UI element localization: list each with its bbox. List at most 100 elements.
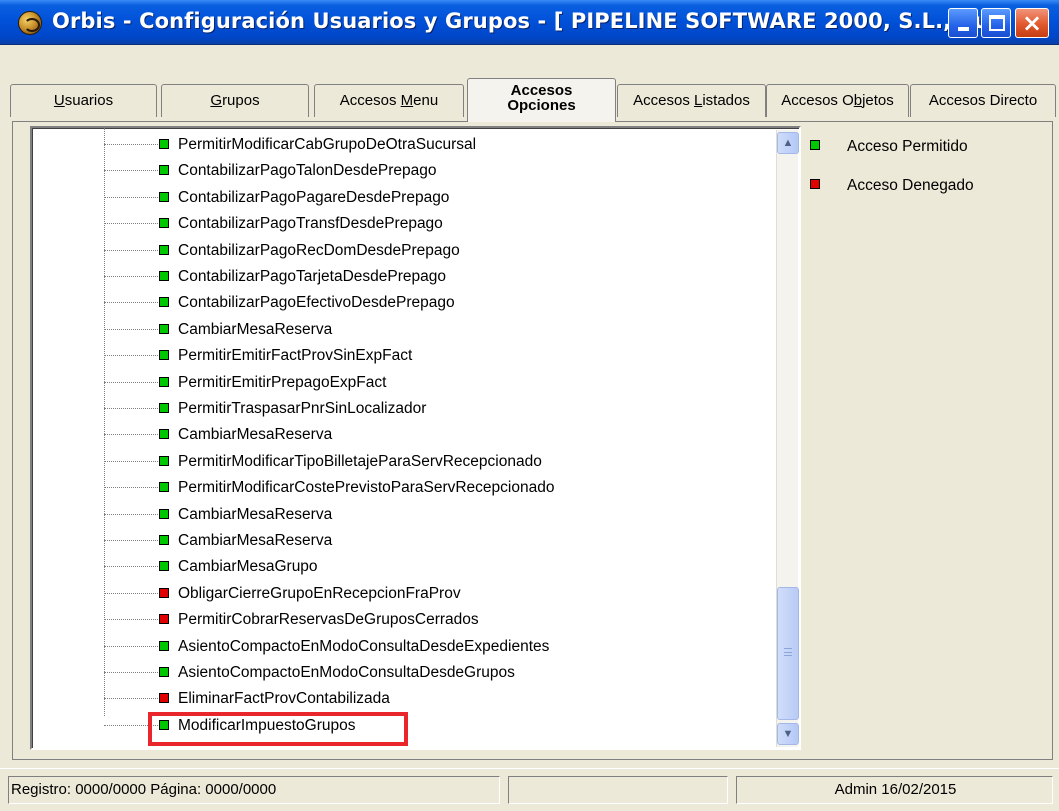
tree-connector-line	[104, 592, 158, 594]
green-square-icon	[159, 561, 169, 572]
status-user-date: Admin 16/02/2015	[736, 776, 1053, 804]
tree-item-label: CambiarMesaReserva	[178, 532, 333, 549]
tree-item[interactable]: ContabilizarPagoPagareDesdePrepago	[32, 185, 772, 211]
tab-accesos-menu[interactable]: Accesos Menu	[314, 84, 464, 117]
green-square-icon	[159, 244, 169, 255]
tree-vertical-scrollbar[interactable]: ▲ ▼	[776, 130, 799, 747]
tree-item-label: ContabilizarPagoTarjetaDesdePrepago	[178, 268, 446, 285]
tree-item[interactable]: ContabilizarPagoTarjetaDesdePrepago	[32, 264, 772, 290]
red-square-icon	[159, 614, 169, 625]
tree-connector-line	[104, 144, 158, 145]
tree-item[interactable]: PermitirModificarTipoBilletajeParaServRe…	[32, 449, 772, 475]
tree-connector-line	[104, 566, 158, 568]
green-square-icon	[159, 271, 169, 281]
red-square-icon	[159, 693, 169, 704]
tree-connector-line	[104, 487, 158, 489]
tree-connector-line	[104, 328, 158, 330]
tree-connector-line	[104, 645, 158, 647]
green-square-icon	[159, 139, 169, 149]
minimize-icon	[958, 27, 969, 31]
title-bar: Orbis - Configuración Usuarios y Grupos …	[0, 0, 1059, 45]
tree-item-label: CambiarMesaReserva	[178, 320, 333, 338]
tree-item-label: EliminarFactProvContabilizada	[178, 690, 390, 708]
tree-connector-line	[104, 460, 158, 462]
tree-item[interactable]: PermitirEmitirPrepagoExpFact	[32, 370, 772, 396]
tab-accesos-opciones[interactable]: Accesos Opciones	[467, 78, 616, 122]
tree-item[interactable]: AsientoCompactoEnModoConsultaDesdeExpedi…	[32, 634, 772, 660]
green-square-icon	[159, 455, 169, 466]
tree-item-label: CambiarMesaReserva	[178, 505, 333, 523]
green-square-icon	[159, 535, 169, 545]
legend-permitido-label: Acceso Permitido	[847, 138, 968, 155]
tree-item-label: PermitirEmitirPrepagoExpFact	[178, 373, 387, 391]
tree-item[interactable]: ObligarCierreGrupoEnRecepcionFraProv	[32, 581, 772, 607]
tab-accesos-directo[interactable]: Accesos Directo	[910, 84, 1056, 117]
tree-connector-line	[104, 672, 158, 673]
tab-usuarios[interactable]: Usuarios	[10, 84, 157, 117]
tab-accesos-listados[interactable]: Accesos Listados	[617, 84, 766, 117]
tree-item[interactable]: EliminarFactProvContabilizada	[32, 686, 772, 712]
green-square-icon	[159, 218, 169, 229]
tree-connector-line	[104, 302, 158, 304]
tab-grupos[interactable]: Grupos	[161, 84, 309, 117]
grip-icon	[784, 648, 792, 656]
tree-item[interactable]: PermitirTraspasarPnrSinLocalizador	[32, 396, 772, 422]
tree-connector-line	[104, 513, 158, 515]
tree-item[interactable]: CambiarMesaReserva	[32, 317, 772, 343]
tree-item-label: AsientoCompactoEnModoConsultaDesdeExpedi…	[178, 637, 550, 655]
tree-item-label: ContabilizarPagoRecDomDesdePrepago	[178, 241, 460, 259]
tree-item[interactable]: PermitirModificarCostePrevistoParaServRe…	[32, 475, 772, 501]
maximize-icon	[989, 15, 1005, 31]
scroll-up-button[interactable]: ▲	[777, 132, 799, 154]
tab-accesos-objetos[interactable]: Accesos Objetos	[766, 84, 909, 117]
tree-item[interactable]: ContabilizarPagoTalonDesdePrepago	[32, 158, 772, 184]
maximize-button[interactable]	[981, 8, 1011, 38]
tree-item[interactable]: ContabilizarPagoRecDomDesdePrepago	[32, 238, 772, 264]
tree-connector-line	[104, 698, 158, 700]
tree-connector-line	[104, 249, 158, 251]
app-logo-icon	[18, 11, 42, 35]
tree-connector-line	[104, 355, 158, 357]
minimize-button[interactable]	[948, 8, 978, 38]
tree-item[interactable]: AsientoCompactoEnModoConsultaDesdeGrupos	[32, 660, 772, 686]
green-square-icon	[159, 323, 169, 334]
tree-item[interactable]: ContabilizarPagoEfectivoDesdePrepago	[32, 290, 772, 316]
green-square-icon	[159, 376, 169, 387]
green-square-icon	[159, 297, 169, 308]
green-square-icon	[159, 165, 169, 176]
tree-item-label: PermitirEmitirFactProvSinExpFact	[178, 347, 413, 365]
tab-accesos-opciones-line2: Opciones	[507, 97, 576, 114]
green-square-icon	[159, 482, 169, 493]
tree-item[interactable]: PermitirModificarCabGrupoDeOtraSucursal	[32, 132, 772, 158]
green-square-icon	[159, 403, 169, 413]
tree-item[interactable]: PermitirEmitirFactProvSinExpFact	[32, 343, 772, 369]
close-button[interactable]: ×	[1015, 8, 1049, 38]
tree-item[interactable]: CambiarMesaReserva	[32, 528, 772, 554]
tree-connector-line	[104, 170, 158, 172]
tree-connector-line	[104, 276, 158, 277]
tree-item-label: ContabilizarPagoPagareDesdePrepago	[178, 188, 450, 206]
tree-item-label: PermitirTraspasarPnrSinLocalizador	[178, 400, 427, 417]
tree-item-label: CambiarMesaReserva	[178, 426, 333, 444]
red-square-icon	[159, 587, 169, 598]
tree-item-label: AsientoCompactoEnModoConsultaDesdeGrupos	[178, 664, 515, 681]
tree-item[interactable]: CambiarMesaGrupo	[32, 554, 772, 580]
green-square-icon	[159, 350, 169, 361]
tree-item[interactable]: PermitirCobrarReservasDeGruposCerrados	[32, 607, 772, 633]
access-options-tree[interactable]: PermitirModificarCabGrupoDeOtraSucursal C…	[30, 126, 801, 750]
tree-item[interactable]: CambiarMesaReserva	[32, 422, 772, 448]
tree-item-label: ContabilizarPagoTalonDesdePrepago	[178, 162, 437, 180]
scroll-thumb[interactable]	[777, 587, 799, 720]
tree-item-label: PermitirCobrarReservasDeGruposCerrados	[178, 611, 479, 629]
status-registro: Registro: 0000/0000 Página: 0000/0000	[8, 776, 500, 804]
tree-connector-line	[104, 540, 158, 541]
tree-item[interactable]: CambiarMesaReserva	[32, 502, 772, 528]
tree-item-label: CambiarMesaGrupo	[178, 558, 318, 576]
scroll-down-button[interactable]: ▼	[777, 723, 799, 745]
tree-item-label: ContabilizarPagoTransfDesdePrepago	[178, 215, 443, 233]
tree-item[interactable]: ContabilizarPagoTransfDesdePrepago	[32, 211, 772, 237]
green-square-icon	[159, 667, 169, 677]
tree-connector-line	[104, 434, 158, 436]
tree-item-label: PermitirModificarCostePrevistoParaServRe…	[178, 479, 555, 497]
chevron-up-icon: ▲	[782, 137, 794, 149]
